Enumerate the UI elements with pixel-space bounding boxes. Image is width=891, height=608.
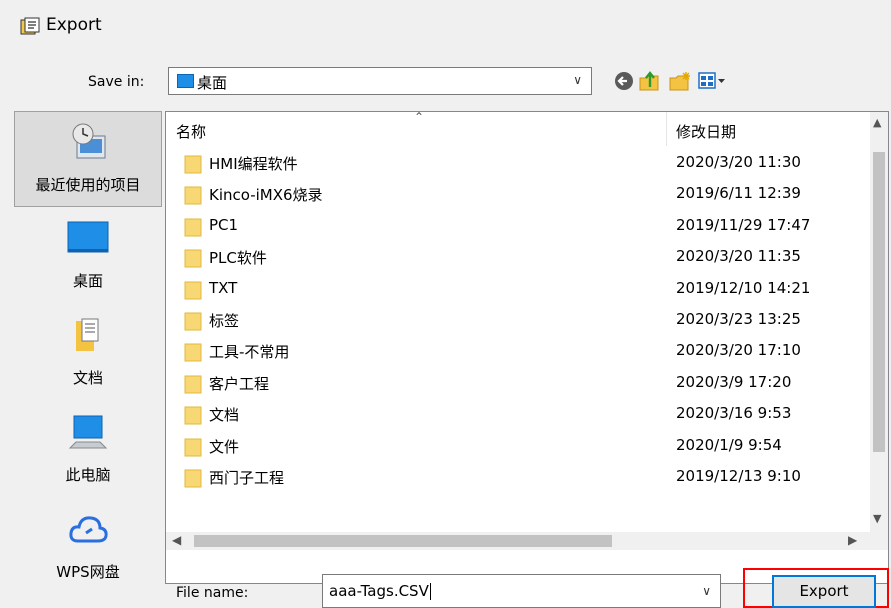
file-name: TXT bbox=[209, 278, 238, 297]
file-name: 工具-不常用 bbox=[209, 343, 290, 362]
place-label: 文档 bbox=[72, 369, 103, 387]
new-folder-icon[interactable] bbox=[668, 70, 692, 92]
recent-items-icon bbox=[72, 123, 106, 159]
file-name: Kinco-iMX6烧录 bbox=[209, 186, 323, 205]
place-wps-cloud[interactable]: WPS网盘 bbox=[14, 499, 162, 595]
file-name: PLC软件 bbox=[209, 249, 267, 268]
scroll-left-icon[interactable]: ◀ bbox=[172, 533, 181, 547]
file-row[interactable]: 工具-不常用 2020/3/20 17:10 bbox=[166, 336, 870, 367]
file-date: 2020/3/20 11:35 bbox=[676, 247, 801, 266]
place-documents[interactable]: 文档 bbox=[14, 305, 162, 401]
desktop-folder-icon bbox=[177, 74, 194, 88]
folder-icon bbox=[184, 375, 202, 394]
folder-icon bbox=[184, 249, 202, 268]
column-header-date[interactable]: 修改日期 bbox=[676, 121, 736, 142]
file-row[interactable]: 标签 2020/3/23 13:25 bbox=[166, 305, 870, 336]
place-recent-items[interactable]: 最近使用的项目 bbox=[14, 111, 162, 207]
column-header-name[interactable]: 名称 bbox=[176, 121, 206, 142]
up-folder-icon[interactable] bbox=[638, 70, 662, 92]
file-date: 2020/3/16 9:53 bbox=[676, 404, 792, 423]
place-label: 最近使用的项目 bbox=[35, 176, 141, 194]
folder-icon bbox=[184, 186, 202, 205]
file-date: 2020/3/20 11:30 bbox=[676, 153, 801, 171]
vertical-scroll-thumb[interactable] bbox=[873, 152, 885, 452]
this-pc-icon bbox=[68, 415, 108, 449]
folder-icon bbox=[184, 218, 202, 237]
sort-ascending-icon: ⌃ bbox=[414, 110, 425, 124]
file-name: 文件 bbox=[209, 437, 240, 456]
file-date: 2019/6/11 12:39 bbox=[676, 184, 801, 203]
desktop-icon bbox=[67, 221, 109, 253]
folder-icon bbox=[184, 343, 202, 362]
file-row[interactable]: 西门子工程 2019/12/13 9:10 bbox=[166, 462, 870, 493]
file-date: 2020/3/23 13:25 bbox=[676, 310, 801, 328]
column-divider[interactable] bbox=[666, 112, 667, 146]
file-name-input[interactable]: aaa-Tags.CSV ∨ bbox=[322, 574, 721, 608]
back-icon[interactable] bbox=[612, 70, 636, 92]
documents-icon bbox=[76, 318, 99, 351]
file-list[interactable]: ⌃ 名称 修改日期 HMI编程软件 2020/3/20 11:30 Kinco-iM… bbox=[165, 110, 889, 584]
scroll-down-icon[interactable]: ▼ bbox=[873, 512, 881, 525]
vertical-scrollbar[interactable]: ▲ ▼ bbox=[870, 112, 888, 532]
scroll-up-icon[interactable]: ▲ bbox=[873, 116, 881, 129]
file-date: 2020/1/9 9:54 bbox=[676, 435, 782, 454]
text-caret bbox=[429, 583, 431, 600]
file-name: HMI编程软件 bbox=[209, 155, 298, 173]
file-row[interactable]: TXT 2019/12/10 14:21 bbox=[166, 274, 870, 305]
place-desktop[interactable]: 桌面 bbox=[14, 208, 162, 304]
folder-icon bbox=[184, 469, 202, 488]
file-date: 2020/3/20 17:10 bbox=[676, 341, 801, 360]
file-row[interactable]: 文件 2020/1/9 9:54 bbox=[166, 431, 870, 462]
folder-icon bbox=[184, 155, 202, 174]
file-row[interactable]: 客户工程 2020/3/9 17:20 bbox=[166, 368, 870, 399]
chevron-down-icon[interactable]: ∨ bbox=[702, 584, 711, 598]
scroll-right-icon[interactable]: ▶ bbox=[848, 533, 857, 547]
folder-icon bbox=[184, 406, 202, 425]
chevron-down-icon: ∨ bbox=[573, 73, 582, 87]
view-menu-icon[interactable] bbox=[697, 70, 727, 92]
file-row[interactable]: HMI编程软件 2020/3/20 11:30 bbox=[166, 148, 870, 179]
file-name: 文档 bbox=[209, 406, 240, 425]
file-name: 西门子工程 bbox=[209, 469, 285, 487]
file-date: 2019/12/10 14:21 bbox=[676, 278, 811, 297]
file-row[interactable]: PLC软件 2020/3/20 11:35 bbox=[166, 242, 870, 273]
folder-icon bbox=[184, 438, 202, 457]
place-label: 此电脑 bbox=[65, 466, 111, 484]
file-row[interactable]: 文档 2020/3/16 9:53 bbox=[166, 399, 870, 430]
place-label: 桌面 bbox=[72, 272, 103, 290]
file-name-value: aaa-Tags.CSV bbox=[329, 582, 431, 600]
places-bar: 最近使用的项目 桌面 文档 此电脑 WPS网盘 bbox=[14, 111, 164, 608]
file-name: 客户工程 bbox=[209, 374, 270, 393]
horizontal-scroll-thumb[interactable] bbox=[194, 535, 612, 547]
file-name: PC1 bbox=[209, 215, 239, 234]
app-icon bbox=[20, 17, 40, 35]
horizontal-scrollbar[interactable]: ◀ ▶ bbox=[166, 532, 888, 550]
folder-icon bbox=[184, 281, 202, 300]
column-header-row: ⌃ 名称 修改日期 bbox=[166, 110, 870, 146]
wps-cloud-icon bbox=[69, 516, 108, 543]
save-in-value: 桌面 bbox=[197, 74, 228, 92]
file-name-label: File name: bbox=[176, 585, 249, 601]
place-label: WPS网盘 bbox=[56, 563, 120, 581]
file-row[interactable]: Kinco-iMX6烧录 2019/6/11 12:39 bbox=[166, 179, 870, 210]
export-button[interactable]: Export bbox=[772, 575, 876, 608]
file-date: 2019/12/13 9:10 bbox=[676, 467, 801, 485]
file-row-partial[interactable] bbox=[166, 493, 870, 499]
folder-icon bbox=[184, 312, 202, 331]
save-in-dropdown[interactable]: 桌面 ∨ bbox=[168, 67, 592, 95]
file-date: 2019/11/29 17:47 bbox=[676, 215, 811, 234]
file-name: 标签 bbox=[209, 312, 240, 330]
window-title: Export bbox=[46, 15, 102, 35]
save-in-label: Save in: bbox=[88, 74, 145, 90]
title-bar: Export bbox=[0, 0, 891, 52]
place-this-pc[interactable]: 此电脑 bbox=[14, 402, 162, 498]
file-row[interactable]: PC1 2019/11/29 17:47 bbox=[166, 211, 870, 242]
file-date: 2020/3/9 17:20 bbox=[676, 372, 792, 391]
